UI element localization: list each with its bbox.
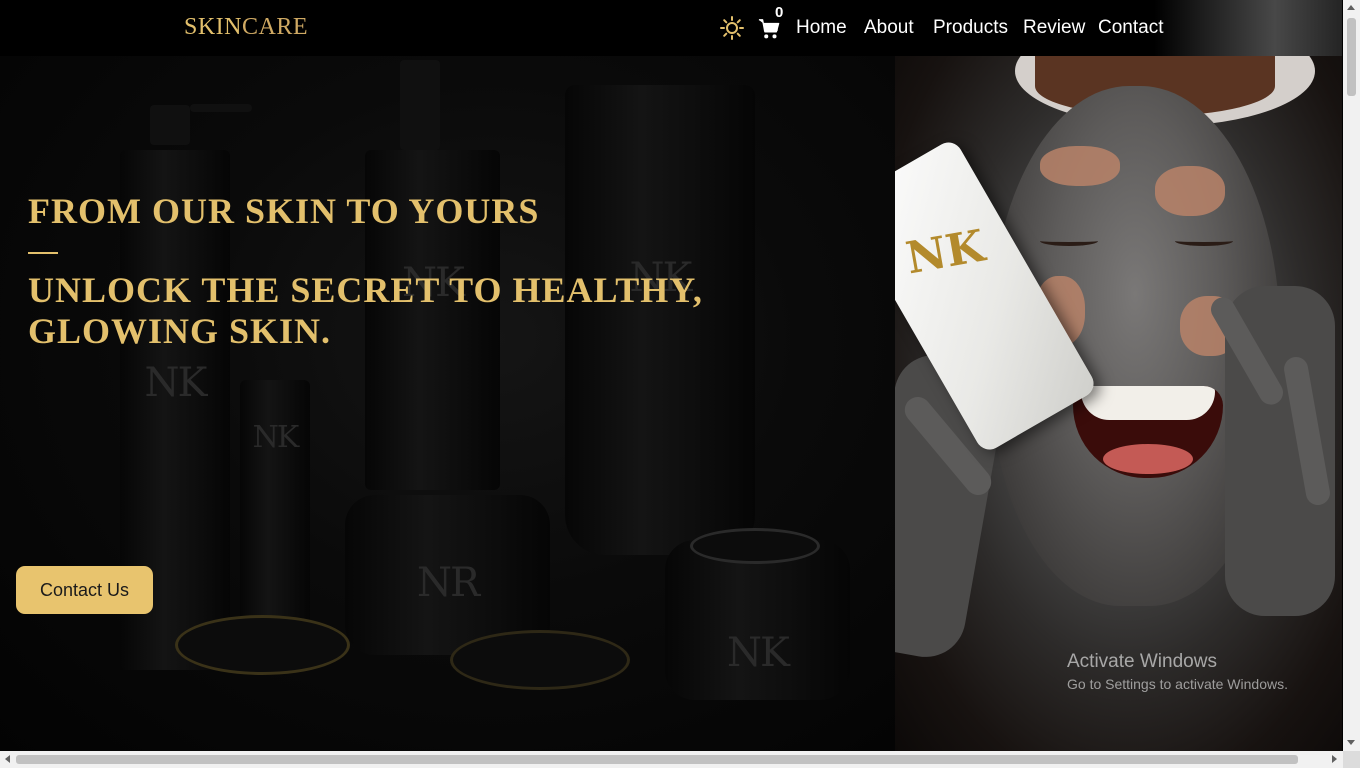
nav-products[interactable]: Products	[933, 17, 1008, 39]
activate-windows-subtitle: Go to Settings to activate Windows.	[1067, 676, 1288, 692]
vertical-scrollbar-thumb[interactable]	[1347, 18, 1356, 96]
activate-windows-title: Activate Windows	[1067, 651, 1217, 672]
site-logo[interactable]: SKINCARE	[184, 14, 308, 41]
scrollbar-corner	[1343, 751, 1360, 768]
contact-us-button[interactable]: Contact Us	[16, 566, 153, 614]
nav-about[interactable]: About	[864, 17, 914, 39]
horizontal-scrollbar[interactable]	[0, 751, 1343, 768]
nav-home[interactable]: Home	[796, 17, 847, 39]
nav-review[interactable]: Review	[1023, 17, 1085, 39]
hero-divider	[28, 252, 58, 254]
logo-part-skin: SKIN	[184, 14, 243, 40]
nav-contact[interactable]: Contact	[1098, 17, 1163, 39]
hero-background-image: NK NK NK NK NR NK	[0, 0, 895, 751]
cart-button[interactable]: 0	[758, 4, 784, 44]
hero-subheadline: UNLOCK THE SECRET TO HEALTHY, GLOWING SK…	[28, 270, 703, 351]
model-with-clay-mask-image: NK	[895, 56, 1342, 751]
vertical-scrollbar[interactable]	[1343, 0, 1360, 751]
logo-part-care: CARE	[242, 14, 309, 40]
scroll-right-arrow-icon[interactable]	[1332, 755, 1337, 763]
cart-icon	[758, 19, 780, 39]
sun-icon[interactable]	[720, 16, 744, 40]
horizontal-scrollbar-thumb[interactable]	[16, 755, 1298, 764]
scroll-left-arrow-icon[interactable]	[5, 755, 10, 763]
scroll-down-arrow-icon[interactable]	[1347, 740, 1355, 745]
hero-headline: FROM OUR SKIN TO YOURS	[28, 191, 540, 231]
site-header: SKINCARE 0 Home About Products Review Co…	[0, 0, 1342, 56]
scroll-up-arrow-icon[interactable]	[1347, 5, 1355, 10]
